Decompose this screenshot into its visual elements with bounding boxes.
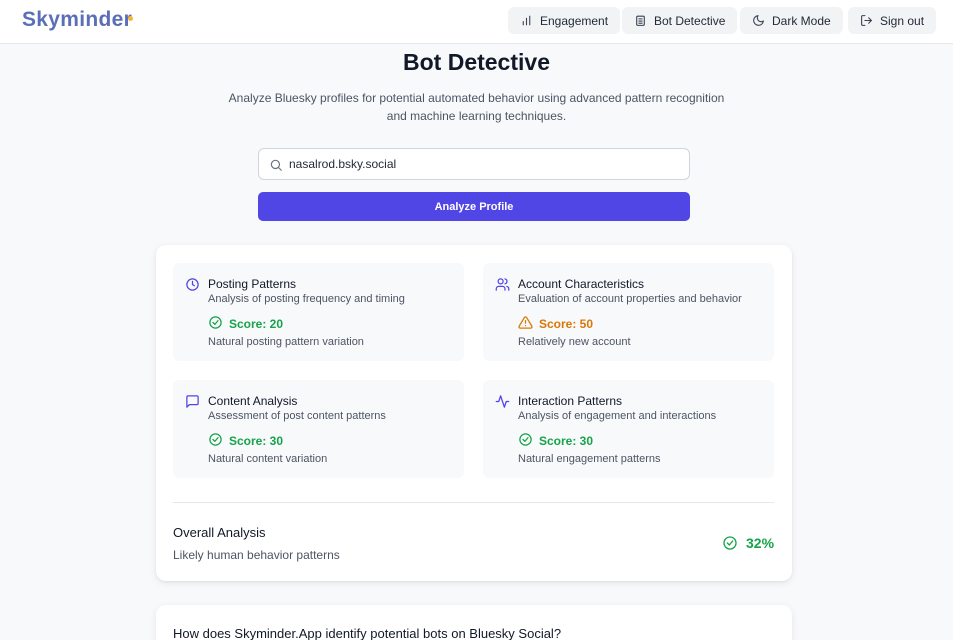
overall-analysis-description: Likely human behavior patterns xyxy=(173,548,340,562)
top-navigation-bar: Skyminder Engagement Bot Detective Dark … xyxy=(0,0,953,44)
metric-title: Content Analysis xyxy=(208,394,298,408)
account-characteristics-card: Account Characteristics Evaluation of ac… xyxy=(483,263,774,361)
metric-title: Posting Patterns xyxy=(208,277,297,291)
profile-search-input[interactable] xyxy=(289,149,684,179)
moon-icon xyxy=(753,15,764,26)
page-subtitle: Analyze Bluesky profiles for potential a… xyxy=(228,91,725,123)
overall-analysis-title: Overall Analysis xyxy=(173,525,266,540)
metric-description: Evaluation of account properties and beh… xyxy=(518,293,742,305)
log-out-icon xyxy=(861,15,872,26)
check-circle-icon xyxy=(723,536,737,550)
content-analysis-card: Content Analysis Assessment of post cont… xyxy=(173,380,464,478)
metric-note: Relatively new account xyxy=(518,336,631,348)
sign-out-label: Sign out xyxy=(880,13,925,28)
app-logo[interactable]: Skyminder xyxy=(22,8,132,32)
metric-description: Assessment of post content patterns xyxy=(208,410,386,422)
metric-description: Analysis of posting frequency and timing xyxy=(208,293,405,305)
metric-score: Score: 20 xyxy=(229,317,284,331)
metric-score: Score: 30 xyxy=(539,434,594,448)
message-square-icon xyxy=(186,395,199,408)
users-icon xyxy=(495,278,510,291)
page-title: Bot Detective xyxy=(403,49,550,75)
results-divider xyxy=(173,502,774,503)
engagement-nav-label: Engagement xyxy=(540,13,609,28)
metric-note: Natural posting pattern variation xyxy=(208,336,364,348)
faq-card: How does Skyminder.App identify potentia… xyxy=(156,605,792,640)
bot-detective-nav-label: Bot Detective xyxy=(654,13,726,28)
activity-icon xyxy=(495,395,510,408)
bot-detective-nav-button[interactable]: Bot Detective xyxy=(622,7,738,34)
metric-note: Natural engagement patterns xyxy=(518,453,661,465)
sign-out-button[interactable]: Sign out xyxy=(848,7,937,34)
check-circle-icon xyxy=(209,433,222,446)
warning-triangle-icon xyxy=(518,316,533,329)
bot-icon xyxy=(636,15,645,26)
dark-mode-label: Dark Mode xyxy=(772,13,831,28)
check-circle-icon xyxy=(519,433,532,446)
metric-note: Natural content variation xyxy=(208,453,328,465)
metric-score: Score: 50 xyxy=(539,317,594,331)
metric-title: Interaction Patterns xyxy=(518,394,623,408)
profile-search-box xyxy=(258,148,690,180)
faq-question[interactable]: How does Skyminder.App identify potentia… xyxy=(173,626,561,640)
analyze-profile-button[interactable]: Analyze Profile xyxy=(258,192,690,221)
metric-description: Analysis of engagement and interactions xyxy=(518,410,717,422)
engagement-nav-button[interactable]: Engagement xyxy=(508,7,621,34)
check-circle-icon xyxy=(209,316,222,329)
interaction-patterns-card: Interaction Patterns Analysis of engagem… xyxy=(483,380,774,478)
analysis-results-card: Posting Patterns Analysis of posting fre… xyxy=(156,245,792,581)
logo-accent-dot xyxy=(128,16,133,21)
search-icon xyxy=(270,159,282,171)
dark-mode-toggle-button[interactable]: Dark Mode xyxy=(740,7,843,34)
bar-chart-icon xyxy=(522,15,531,26)
metric-score: Score: 30 xyxy=(229,434,284,448)
overall-bot-score: 32% xyxy=(746,535,775,551)
metric-title: Account Characteristics xyxy=(518,277,645,291)
clock-icon xyxy=(186,278,199,291)
posting-patterns-card: Posting Patterns Analysis of posting fre… xyxy=(173,263,464,361)
